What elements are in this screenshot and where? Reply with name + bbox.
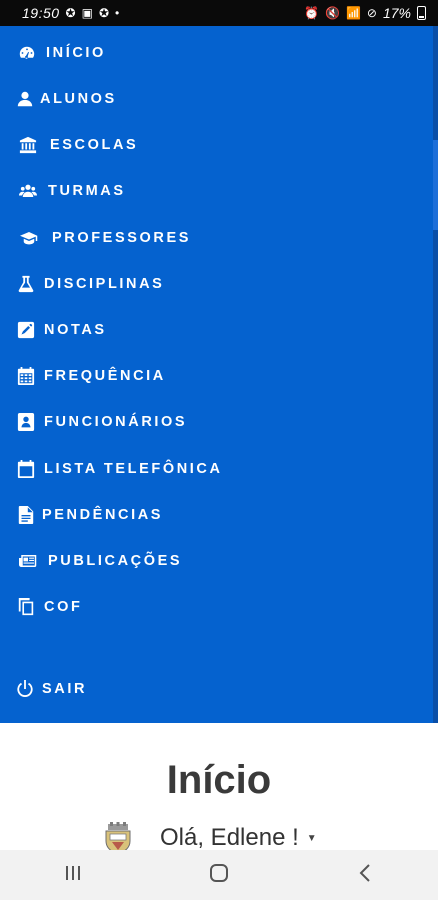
menu-label: ESCOLAS [50, 137, 139, 153]
menu-item-inicio[interactable]: INÍCIO [16, 39, 106, 67]
address-book-icon [16, 411, 36, 433]
recent-apps-button[interactable] [53, 855, 93, 895]
flask-icon [16, 273, 36, 295]
menu-label: COF [44, 599, 83, 615]
alarm-icon: ⏰ [304, 6, 319, 20]
graduation-cap-icon [16, 227, 42, 249]
notification-icon: ✪ [98, 6, 110, 20]
menu-label: PUBLICAÇÕES [48, 553, 183, 569]
caret-down-icon[interactable]: ▼ [307, 833, 317, 844]
status-bar: 19:50 ✪ ▣ ✪ • ⏰ 🔇 📶 ⊘ 17% [0, 0, 438, 26]
pencil-square-icon [16, 319, 36, 341]
menu-label: ALUNOS [40, 91, 117, 107]
menu-label: FUNCIONÁRIOS [44, 414, 188, 430]
image-notification-icon: ▣ [81, 6, 93, 20]
page-title: Início [166, 758, 272, 802]
system-navigation-bar [0, 850, 438, 900]
institution-icon [16, 134, 40, 156]
menu-label: LISTA TELEFÔNICA [44, 461, 223, 477]
dot-icon: • [115, 6, 120, 20]
menu-item-pendencias[interactable]: PENDÊNCIAS [16, 501, 163, 529]
power-icon [16, 678, 34, 700]
menu-label: FREQUÊNCIA [44, 368, 166, 384]
menu-item-funcionarios[interactable]: FUNCIONÁRIOS [16, 408, 187, 436]
status-time: 19:50 [22, 5, 60, 21]
menu-item-cof[interactable]: COF [16, 593, 82, 621]
battery-percent: 17% [382, 5, 411, 21]
mute-icon: 🔇 [325, 6, 340, 20]
user-icon [16, 88, 34, 110]
greeting-text: Olá, Edlene ! [160, 824, 299, 851]
calendar-icon [16, 458, 36, 480]
menu-label: INÍCIO [46, 45, 106, 61]
menu-label: SAIR [42, 681, 88, 697]
menu-label: PROFESSORES [52, 230, 191, 246]
menu-item-notas[interactable]: NOTAS [16, 316, 107, 344]
battery-icon [417, 6, 426, 20]
menu-item-lista-telefonica[interactable]: LISTA TELEFÔNICA [16, 455, 223, 483]
calendar-grid-icon [16, 365, 36, 387]
back-icon [358, 863, 372, 888]
menu-item-professores[interactable]: PROFESSORES [16, 224, 191, 252]
copy-icon [16, 596, 36, 618]
users-icon [16, 180, 40, 202]
newspaper-icon [16, 550, 40, 572]
menu-label: PENDÊNCIAS [42, 507, 164, 523]
notification-icon: ✪ [65, 6, 76, 20]
no-disturb-icon: ⊘ [366, 6, 377, 20]
home-icon [208, 862, 230, 889]
menu-item-escolas[interactable]: ESCOLAS [16, 131, 138, 159]
menu-item-alunos[interactable]: ALUNOS [16, 85, 117, 113]
back-button[interactable] [345, 855, 385, 895]
scrollbar-thumb[interactable] [433, 140, 438, 230]
menu-item-frequencia[interactable]: FREQUÊNCIA [16, 362, 166, 390]
wifi-icon: 📶 [345, 6, 361, 20]
menu-item-publicacoes[interactable]: PUBLICAÇÕES [16, 547, 182, 575]
menu-item-turmas[interactable]: TURMAS [16, 177, 126, 205]
tachometer-icon [16, 42, 38, 64]
menu-label: NOTAS [44, 322, 107, 338]
menu-label: DISCIPLINAS [44, 276, 165, 292]
scrollbar-track[interactable] [433, 26, 438, 723]
home-button[interactable] [199, 855, 239, 895]
menu-label: TURMAS [48, 183, 126, 199]
recent-apps-icon [63, 864, 83, 887]
menu-item-disciplinas[interactable]: DISCIPLINAS [16, 270, 164, 298]
menu-item-sair[interactable]: SAIR [16, 675, 87, 703]
file-text-icon [16, 504, 36, 526]
